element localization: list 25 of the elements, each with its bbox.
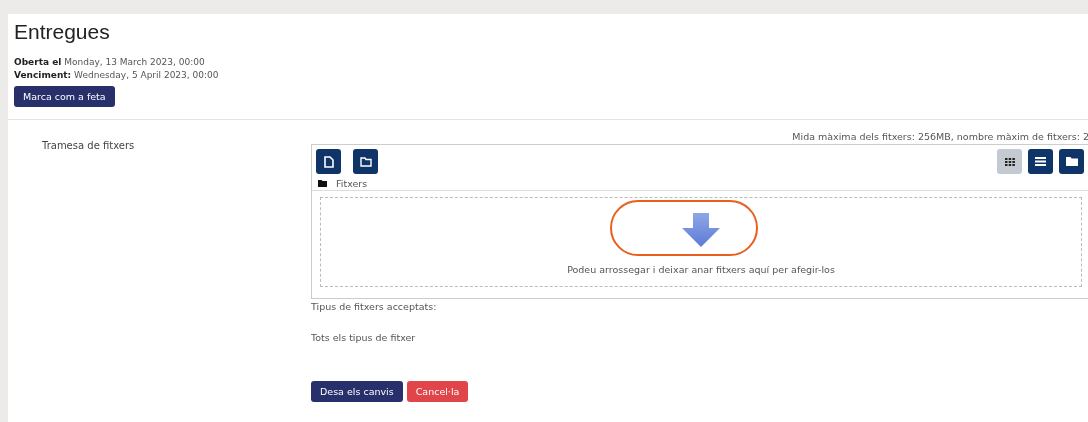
create-folder-button[interactable] [353,149,378,174]
grid-icon [1004,157,1015,166]
down-arrow-icon [682,213,720,247]
folder-path-link[interactable]: Fitxers [336,178,368,189]
date-line: Oberta el Monday, 13 March 2023, 00:00 [14,56,206,69]
folder-icon [318,180,327,187]
limits-text: Mida màxima dels fitxers: 256MB, nombre màxim de fitxers: 2 [791,130,1088,144]
view-button[interactable] [1059,149,1084,174]
list-icon [1035,157,1046,166]
folder-icon [359,156,372,167]
cancel-button[interactable]: Cancel·la [406,381,469,402]
drop-zone[interactable]: Podeu arrossegar i deixar anar fitxers aquí per afegir-los [320,197,1082,287]
view-button[interactable] [997,149,1022,174]
date-line: Venciment: Wednesday, 5 April 2023, 00:00 [14,69,220,82]
file-icon [323,155,334,168]
field-label: Tramesa de fitxers [41,139,136,153]
accepted-types-label: Tipus de fitxers acceptats: [311,301,438,312]
accepted-types-value: Tots els tipus de fitxer [311,332,417,343]
save-button[interactable]: Desa els canvis [311,381,403,402]
mark-done-button[interactable]: Marca com a feta [14,86,115,107]
page-title: Entregues [14,20,111,44]
view-button[interactable] [1028,149,1053,174]
folder-icon [1065,157,1078,166]
add-file-button[interactable] [316,149,341,174]
drop-hint: Podeu arrossegar i deixar anar fitxers aquí per afegir-los [567,264,835,275]
